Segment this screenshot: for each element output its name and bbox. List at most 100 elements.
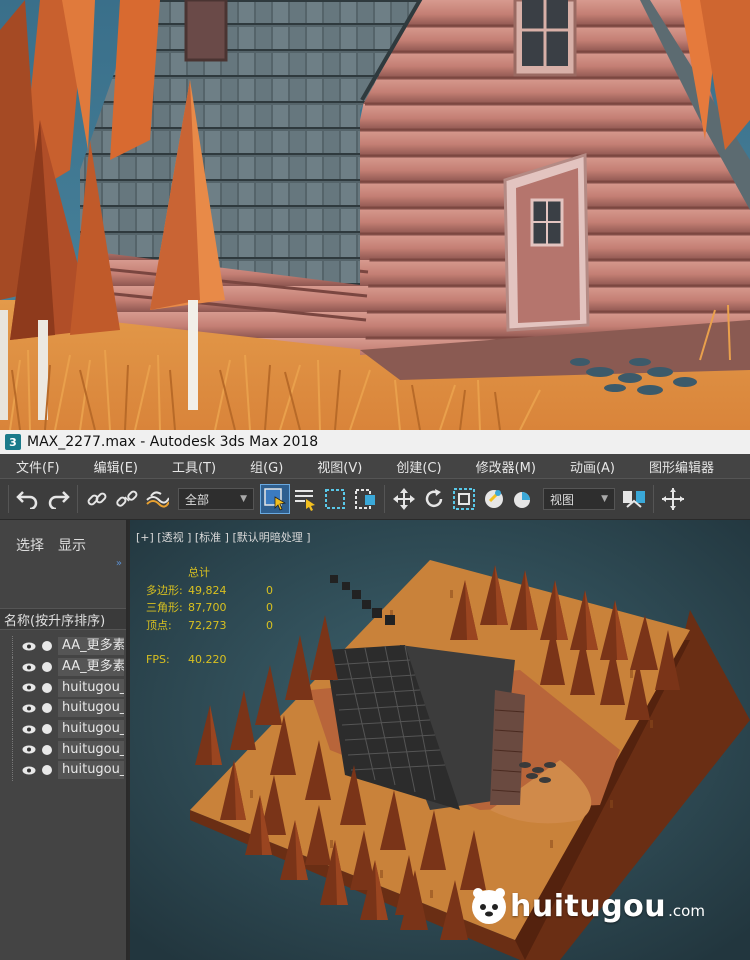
freeze-dot-icon[interactable] bbox=[42, 662, 52, 673]
object-name: AA_更多素 bbox=[58, 637, 124, 656]
toolbar-grip bbox=[8, 485, 9, 513]
undo-icon bbox=[16, 491, 38, 509]
reference-coordinate-dropdown[interactable]: 视图 ▼ bbox=[543, 488, 615, 510]
unlink-selection-button[interactable] bbox=[112, 484, 142, 514]
scene-explorer-panel: 选择 显示 » 名称(按升序排序) AA_更多素 AA_更多素 huitugou… bbox=[0, 520, 128, 960]
chevron-down-icon: ▼ bbox=[240, 494, 247, 504]
object-name: huitugou_ bbox=[58, 740, 124, 759]
menu-views[interactable]: 视图(V) bbox=[283, 457, 362, 476]
select-by-name-button[interactable] bbox=[290, 484, 320, 514]
toolbar-separator bbox=[653, 485, 654, 513]
select-and-move-button[interactable] bbox=[389, 484, 419, 514]
list-item[interactable]: huitugou_ bbox=[0, 718, 126, 740]
bind-to-space-warp-button[interactable] bbox=[142, 484, 172, 514]
menu-create[interactable]: 创建(C) bbox=[362, 457, 441, 476]
menu-group[interactable]: 组(G) bbox=[216, 457, 283, 476]
object-name: huitugou_ bbox=[58, 678, 124, 697]
select-and-scale-button[interactable] bbox=[449, 484, 479, 514]
main-toolbar: 全部 ▼ 视图 ▼ bbox=[0, 478, 750, 520]
polygons-selected: 0 bbox=[266, 583, 273, 597]
use-pivot-point-button[interactable] bbox=[509, 484, 539, 514]
render-preview bbox=[0, 0, 750, 430]
menu-graph-editors[interactable]: 图形编辑器 bbox=[615, 457, 714, 476]
selection-filter-value: 全部 bbox=[185, 492, 210, 507]
snap-icon bbox=[485, 490, 503, 508]
perspective-viewport[interactable]: [+] [透视 ] [标准 ] [默认明暗处理 ] 总计 多边形: 49,824… bbox=[130, 520, 750, 960]
visibility-eye-icon[interactable] bbox=[22, 745, 36, 754]
tree-line bbox=[12, 636, 13, 657]
redo-button[interactable] bbox=[43, 484, 73, 514]
visibility-eye-icon[interactable] bbox=[22, 683, 36, 692]
freeze-dot-icon[interactable] bbox=[42, 641, 52, 652]
tree-line bbox=[12, 677, 13, 699]
select-by-name-icon bbox=[295, 490, 315, 511]
selection-filter-dropdown[interactable]: 全部 ▼ bbox=[178, 488, 254, 510]
fps-value: 40.220 bbox=[188, 653, 227, 666]
reference-coordinate-value: 视图 bbox=[550, 492, 575, 507]
name-column-header[interactable]: 名称(按升序排序) bbox=[0, 608, 126, 630]
polygons-label: 多边形: bbox=[146, 583, 183, 597]
select-object-button[interactable] bbox=[260, 484, 290, 514]
tree-line bbox=[12, 760, 13, 781]
freeze-dot-icon[interactable] bbox=[42, 682, 52, 693]
list-item[interactable]: huitugou_ bbox=[0, 677, 126, 699]
window-crossing-button[interactable] bbox=[350, 484, 380, 514]
fps-label: FPS: bbox=[146, 653, 170, 666]
watermark-logo: huitugou .com bbox=[468, 885, 705, 927]
list-item[interactable]: huitugou_ bbox=[0, 760, 126, 781]
object-name: AA_更多素 bbox=[58, 658, 124, 677]
select-object-icon bbox=[264, 488, 287, 511]
mirror-icon bbox=[623, 491, 645, 508]
app-screenshot: 3 MAX_2277.max - Autodesk 3ds Max 2018 文… bbox=[0, 0, 750, 960]
tree-line bbox=[12, 739, 13, 761]
object-name: huitugou_ bbox=[58, 761, 124, 780]
tree-line bbox=[12, 656, 13, 678]
menu-tools[interactable]: 工具(T) bbox=[138, 457, 216, 476]
tree-line bbox=[12, 718, 13, 740]
freeze-dot-icon[interactable] bbox=[42, 703, 52, 714]
list-item[interactable]: AA_更多素 bbox=[0, 656, 126, 678]
watermark-suffix: .com bbox=[668, 902, 705, 920]
list-item[interactable]: huitugou_ bbox=[0, 698, 126, 719]
move-icon bbox=[393, 488, 415, 510]
vertices-selected: 0 bbox=[266, 618, 273, 632]
viewport-statistics: 总计 多边形: 49,824 0 三角形: 87,700 0 顶点: 72,27… bbox=[146, 564, 286, 669]
align-button[interactable] bbox=[658, 484, 688, 514]
list-item[interactable]: huitugou_ bbox=[0, 739, 126, 761]
freeze-dot-icon[interactable] bbox=[42, 724, 52, 735]
select-and-rotate-button[interactable] bbox=[419, 484, 449, 514]
menu-edit[interactable]: 编辑(E) bbox=[60, 457, 138, 476]
list-item[interactable]: AA_更多素 bbox=[0, 636, 126, 657]
viewport-label[interactable]: [+] [透视 ] [标准 ] [默认明暗处理 ] bbox=[136, 529, 311, 545]
stats-header: 总计 bbox=[188, 566, 210, 579]
rotate-icon bbox=[425, 489, 443, 508]
visibility-eye-icon[interactable] bbox=[22, 642, 36, 651]
scene-explorer-tabs: 选择 显示 bbox=[0, 520, 126, 566]
triangles-selected: 0 bbox=[266, 601, 273, 614]
select-and-link-button[interactable] bbox=[82, 484, 112, 514]
tree-line bbox=[12, 698, 13, 719]
mirror-button[interactable] bbox=[619, 484, 649, 514]
toolbar-separator bbox=[384, 485, 385, 513]
chevron-down-icon: ▼ bbox=[601, 494, 608, 504]
expand-chevron-icon[interactable]: » bbox=[116, 558, 122, 569]
scene-object-list: AA_更多素 AA_更多素 huitugou_ huitugou_ huitug… bbox=[0, 630, 126, 781]
rectangular-selection-region-button[interactable] bbox=[320, 484, 350, 514]
undo-button[interactable] bbox=[13, 484, 43, 514]
watermark-mascot-icon bbox=[472, 888, 506, 924]
tab-display[interactable]: 显示 bbox=[58, 535, 86, 566]
redo-icon bbox=[48, 491, 70, 509]
menu-file[interactable]: 文件(F) bbox=[0, 457, 60, 476]
visibility-eye-icon[interactable] bbox=[22, 704, 36, 713]
snap-toggle-button[interactable] bbox=[479, 484, 509, 514]
tab-select[interactable]: 选择 bbox=[16, 535, 44, 566]
freeze-dot-icon[interactable] bbox=[42, 765, 52, 776]
freeze-dot-icon[interactable] bbox=[42, 744, 52, 755]
visibility-eye-icon[interactable] bbox=[22, 663, 36, 672]
menu-modifiers[interactable]: 修改器(M) bbox=[442, 457, 536, 476]
menu-bar: 文件(F) 编辑(E) 工具(T) 组(G) 视图(V) 创建(C) 修改器(M… bbox=[0, 454, 750, 478]
visibility-eye-icon[interactable] bbox=[22, 766, 36, 775]
watermark-text: huitugou bbox=[510, 888, 667, 924]
menu-animation[interactable]: 动画(A) bbox=[536, 457, 615, 476]
visibility-eye-icon[interactable] bbox=[22, 725, 36, 734]
